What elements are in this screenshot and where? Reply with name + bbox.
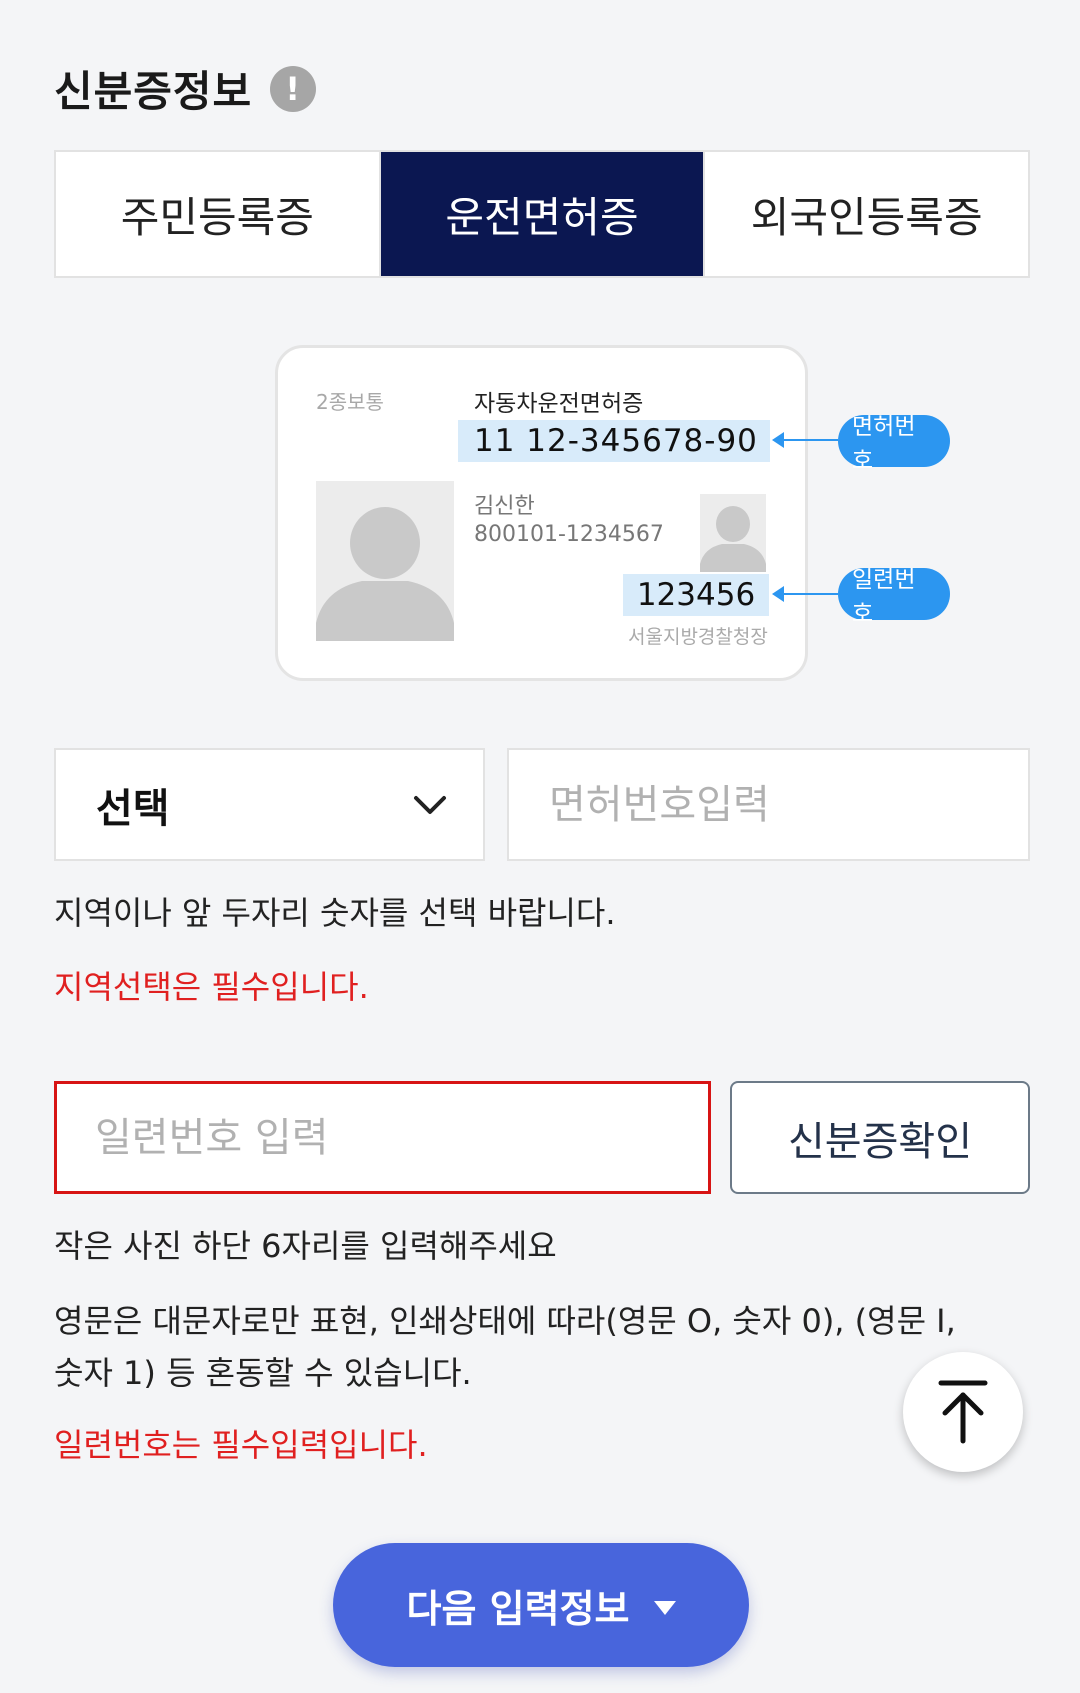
- license-card-illustration: 2종보통 자동차운전면허증 11 12-345678-90 김신한 800101…: [275, 345, 808, 681]
- holder-resident-number: 800101-1234567: [474, 522, 664, 547]
- serial-error-text: 일련번호는 필수입력입니다.: [54, 1426, 428, 1464]
- caret-down-icon: [653, 1601, 676, 1615]
- license-number-callout: 면허번호: [838, 414, 950, 474]
- person-silhouette-small-icon: [700, 494, 766, 572]
- tab-resident-card[interactable]: 주민등록증: [56, 152, 379, 276]
- serial-notice-line-1: 영문은 대문자로만 표현, 인쇄상태에 따라(영문 O, 숫자 0), (영문 …: [54, 1302, 956, 1340]
- serial-number-input[interactable]: [54, 1081, 711, 1194]
- page: 신분증정보 ! 주민등록증 운전면허증 외국인등록증 2종보통 자동차운전면허증…: [0, 0, 1080, 1693]
- serial-help-text: 작은 사진 하단 6자리를 입력해주세요: [54, 1227, 557, 1265]
- verify-id-button[interactable]: 신분증확인: [730, 1081, 1030, 1194]
- holder-photo: [316, 481, 454, 641]
- holder-name: 김신한: [474, 494, 535, 519]
- serial-number-sample: 123456: [623, 574, 769, 616]
- region-error-text: 지역선택은 필수입니다.: [54, 968, 369, 1006]
- license-number-input[interactable]: [507, 748, 1030, 861]
- serial-number-pointer: [772, 586, 838, 602]
- region-help-text: 지역이나 앞 두자리 숫자를 선택 바랍니다.: [54, 894, 616, 932]
- section-header: 신분증정보 !: [54, 58, 317, 119]
- section-title: 신분증정보: [54, 67, 253, 116]
- scroll-top-button[interactable]: [903, 1352, 1023, 1472]
- next-info-label: 다음 입력정보: [406, 1586, 630, 1631]
- person-silhouette-icon: [316, 481, 454, 641]
- region-select[interactable]: 선택: [54, 748, 485, 861]
- tab-alien-registration[interactable]: 외국인등록증: [703, 152, 1029, 276]
- license-class: 2종보통: [316, 390, 384, 414]
- arrow-up-icon: [938, 1380, 988, 1444]
- license-number-pointer: [772, 432, 838, 448]
- next-info-button[interactable]: 다음 입력정보: [333, 1543, 749, 1667]
- id-type-tabs: 주민등록증 운전면허증 외국인등록증: [54, 150, 1030, 278]
- region-select-value: 선택: [96, 785, 170, 832]
- tab-driver-license[interactable]: 운전면허증: [378, 152, 704, 276]
- serial-notice-line-2: 숫자 1) 등 혼동할 수 있습니다.: [54, 1354, 472, 1392]
- info-icon[interactable]: !: [270, 65, 317, 112]
- license-card-title: 자동차운전면허증: [474, 391, 644, 417]
- chevron-down-icon: [414, 795, 446, 814]
- issuer: 서울지방경찰청장: [628, 626, 768, 648]
- serial-number-callout: 일련번호: [838, 567, 950, 627]
- holder-photo-small: [700, 494, 766, 572]
- license-number-sample: 11 12-345678-90: [458, 420, 770, 462]
